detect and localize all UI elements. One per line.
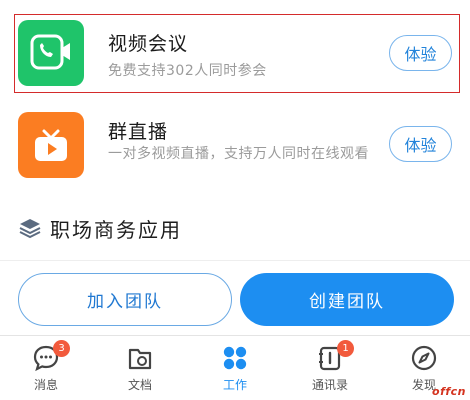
compass-icon — [411, 345, 437, 371]
divider — [0, 260, 470, 261]
tab-work[interactable]: 工作 — [195, 340, 275, 398]
tab-contacts-label: 通讯录 — [311, 378, 348, 392]
join-team-button[interactable]: 加入团队 — [18, 273, 232, 326]
section-title: 职场商务应用 — [50, 217, 182, 242]
group-live-title: 群直播 — [108, 121, 169, 143]
tab-messages[interactable]: 3 消息 — [6, 340, 86, 398]
create-team-button[interactable]: 创建团队 — [240, 273, 454, 326]
group-live-app-icon[interactable] — [18, 112, 84, 178]
group-live-try-button[interactable]: 体验 — [389, 126, 452, 162]
highlight-frame — [14, 14, 460, 93]
group-live-description: 一对多视频直播，支持万人同时在线观看 — [108, 146, 369, 162]
watermark-logo: offcn — [432, 385, 466, 398]
messages-badge: 3 — [53, 340, 70, 357]
tab-contacts[interactable]: 1 通讯录 — [290, 340, 370, 398]
tab-docs-label: 文档 — [127, 378, 152, 392]
app-row-group-live[interactable]: 群直播 一对多视频直播，支持万人同时在线观看 体验 — [0, 106, 470, 186]
section-header: 职场商务应用 — [18, 210, 182, 246]
tv-play-icon — [35, 129, 67, 161]
tabbar-divider — [0, 335, 470, 336]
layers-icon — [19, 219, 41, 239]
tab-messages-label: 消息 — [33, 378, 58, 392]
grid-dots-icon — [223, 346, 247, 370]
document-icon — [128, 348, 152, 370]
tab-docs[interactable]: 文档 — [100, 340, 180, 398]
tab-work-label: 工作 — [222, 378, 247, 392]
contacts-badge: 1 — [337, 340, 354, 357]
